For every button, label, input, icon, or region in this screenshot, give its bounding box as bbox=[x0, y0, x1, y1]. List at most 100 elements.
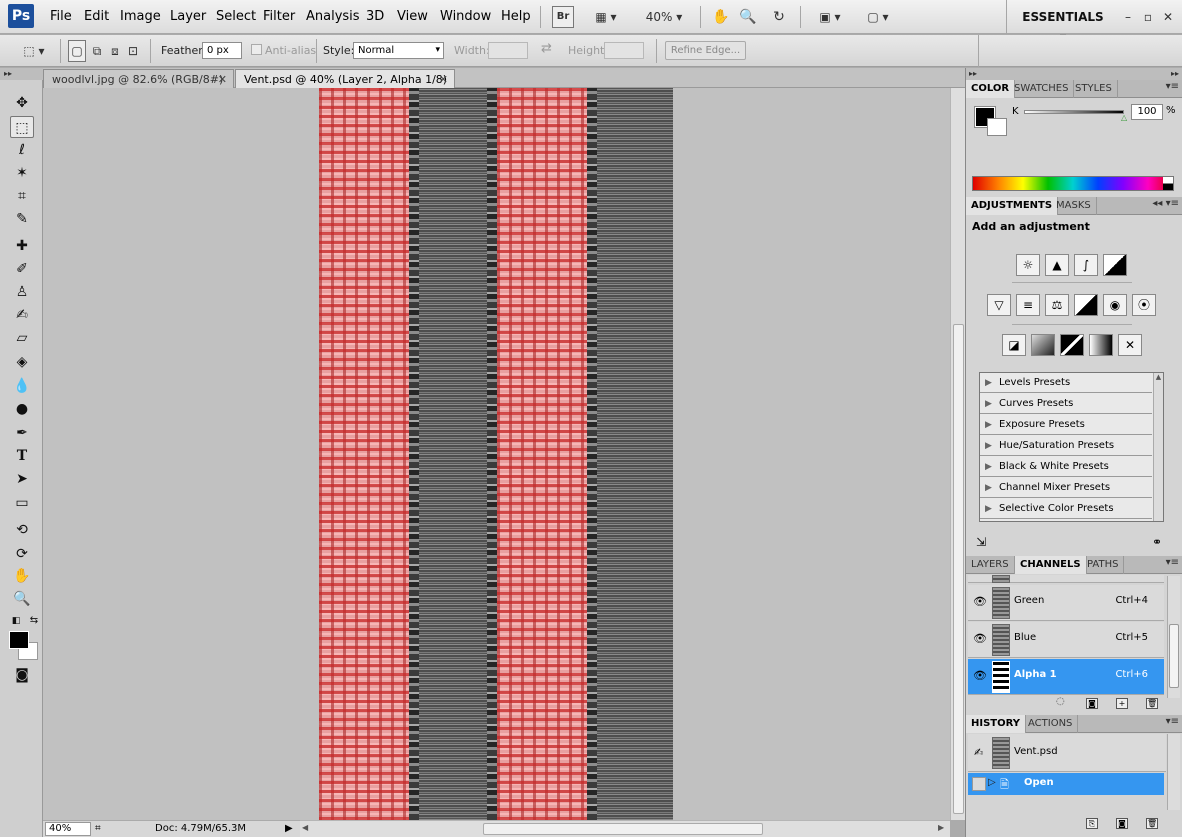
menu-view[interactable]: View bbox=[397, 9, 428, 24]
scroll-right-icon[interactable]: ▶ bbox=[938, 823, 944, 832]
tab-paths[interactable]: PATHS bbox=[1082, 556, 1125, 574]
preset-curves[interactable]: ▶ Curves Presets bbox=[980, 394, 1152, 414]
status-arrow-icon[interactable]: ▶ bbox=[285, 823, 293, 834]
3d-rotate-tool-icon[interactable]: ⟲ bbox=[10, 519, 34, 541]
panel-menu-icon[interactable]: ▾≡ bbox=[1166, 716, 1179, 727]
menu-layer[interactable]: Layer bbox=[170, 9, 206, 24]
menu-window[interactable]: Window bbox=[440, 9, 491, 24]
tab-styles[interactable]: STYLES bbox=[1070, 80, 1118, 98]
screen-mode-button[interactable]: ▢ ▾ bbox=[858, 6, 898, 28]
eye-icon[interactable]: 👁 bbox=[972, 669, 988, 683]
trash-icon[interactable]: 🗑 bbox=[1146, 698, 1158, 709]
channel-mixer-icon[interactable]: ⦿ bbox=[1132, 294, 1156, 316]
channels-scrollbar[interactable] bbox=[1167, 576, 1180, 698]
save-selection-icon[interactable]: ◙ bbox=[1086, 698, 1098, 709]
curves-icon[interactable]: ∫ bbox=[1074, 254, 1098, 276]
foreground-color-swatch[interactable] bbox=[9, 631, 29, 649]
black-white-icon[interactable] bbox=[1074, 294, 1098, 316]
blur-tool-icon[interactable]: 💧 bbox=[10, 375, 34, 397]
zoom-level-dropdown[interactable]: 40% ▾ bbox=[636, 6, 692, 28]
eyedropper-tool-icon[interactable]: ✎ bbox=[10, 208, 34, 230]
menu-edit[interactable]: Edit bbox=[84, 9, 109, 24]
k-value-input[interactable]: 100 bbox=[1131, 104, 1163, 120]
rotate-view-icon[interactable]: ↻ bbox=[767, 6, 791, 28]
presets-scrollbar[interactable]: ▲ bbox=[1153, 373, 1163, 521]
tab-layers[interactable]: LAYERS bbox=[966, 556, 1015, 574]
feather-input[interactable]: 0 px bbox=[202, 42, 242, 59]
menu-image[interactable]: Image bbox=[120, 9, 161, 24]
vertical-scrollbar[interactable] bbox=[950, 88, 965, 820]
invert-icon[interactable]: ◪ bbox=[1002, 334, 1026, 356]
preset-channel-mixer[interactable]: ▶ Channel Mixer Presets bbox=[980, 478, 1152, 498]
history-brush-tool-icon[interactable]: ✍ bbox=[10, 304, 34, 326]
return-to-list-icon[interactable]: ⇲ bbox=[976, 535, 986, 549]
tab-masks[interactable]: MASKS bbox=[1051, 197, 1097, 215]
paint-bucket-tool-icon[interactable]: ◈ bbox=[10, 351, 34, 373]
workspace-switcher[interactable]: ESSENTIALS ▾ bbox=[1018, 6, 1108, 44]
close-button[interactable]: ✕ bbox=[1160, 6, 1176, 28]
tab-channels[interactable]: CHANNELS bbox=[1015, 556, 1087, 574]
hand-tool-icon[interactable]: ✋ bbox=[10, 565, 34, 587]
swap-dimensions-icon[interactable]: ⇄ bbox=[541, 41, 552, 56]
tab-actions[interactable]: ACTIONS bbox=[1023, 715, 1079, 733]
subtract-from-selection-icon[interactable]: ⧈ bbox=[106, 40, 124, 62]
k-slider-thumb[interactable]: △ bbox=[1121, 114, 1129, 122]
black-white-ramp[interactable] bbox=[1163, 177, 1173, 190]
crop-tool-icon[interactable]: ⌗ bbox=[10, 185, 34, 207]
color-spectrum-bar[interactable] bbox=[972, 176, 1174, 191]
minimize-button[interactable]: – bbox=[1120, 6, 1136, 28]
menu-help[interactable]: Help bbox=[501, 9, 531, 24]
anti-alias-checkbox[interactable] bbox=[251, 44, 262, 55]
add-to-selection-icon[interactable]: ⧉ bbox=[88, 40, 106, 62]
tab-adjustments[interactable]: ADJUSTMENTS bbox=[966, 197, 1059, 215]
eye-icon[interactable]: 👁 bbox=[972, 595, 988, 609]
posterize-icon[interactable] bbox=[1031, 334, 1055, 356]
menu-select[interactable]: Select bbox=[216, 9, 256, 24]
collapse-dock-icon[interactable]: ▸▸ ▸▸ bbox=[966, 68, 1182, 80]
width-input[interactable] bbox=[488, 42, 528, 59]
panel-menu-icon[interactable]: ▾≡ bbox=[1166, 81, 1179, 92]
zoom-tool-icon[interactable]: 🔍 bbox=[10, 588, 34, 610]
preset-levels[interactable]: ▶ Levels Presets bbox=[980, 373, 1152, 393]
menu-file[interactable]: File bbox=[50, 9, 72, 24]
height-input[interactable] bbox=[604, 42, 644, 59]
close-icon[interactable]: ✕ bbox=[218, 70, 227, 89]
preset-selective-color[interactable]: ▶ Selective Color Presets bbox=[980, 499, 1152, 519]
eraser-tool-icon[interactable]: ▱ bbox=[10, 327, 34, 349]
selective-color-icon[interactable]: ✕ bbox=[1118, 334, 1142, 356]
shape-tool-icon[interactable]: ▭ bbox=[10, 492, 34, 514]
levels-icon[interactable]: ▲ bbox=[1045, 254, 1069, 276]
tab-woodlvl[interactable]: woodlvl.jpg @ 82.6% (RGB/8#) ✕ bbox=[43, 69, 234, 88]
move-tool-icon[interactable]: ✥ bbox=[10, 92, 34, 114]
panel-menu-icon[interactable]: ◂◂ ▾≡ bbox=[1152, 198, 1179, 209]
pen-tool-icon[interactable]: ✒ bbox=[10, 422, 34, 444]
dodge-tool-icon[interactable]: ● bbox=[10, 398, 34, 420]
scroll-left-icon[interactable]: ◀ bbox=[302, 823, 308, 832]
zoom-tool-icon[interactable]: 🔍 bbox=[737, 6, 759, 28]
scroll-thumb[interactable] bbox=[483, 823, 763, 835]
scroll-thumb[interactable] bbox=[1169, 624, 1179, 688]
tab-vent[interactable]: Vent.psd @ 40% (Layer 2, Alpha 1/8) ✕ bbox=[235, 69, 455, 88]
style-select[interactable]: Normal ▾ bbox=[353, 42, 444, 59]
new-selection-icon[interactable]: ▢ bbox=[68, 40, 86, 62]
preset-black-white[interactable]: ▶ Black & White Presets bbox=[980, 457, 1152, 477]
hue-saturation-icon[interactable]: ≡ bbox=[1016, 294, 1040, 316]
tab-color[interactable]: COLOR bbox=[966, 80, 1016, 98]
history-snapshot-row[interactable]: ✍ Vent.psd bbox=[968, 734, 1166, 772]
panel-menu-icon[interactable]: ▾≡ bbox=[1166, 557, 1179, 568]
hand-tool-icon[interactable]: ✋ bbox=[710, 6, 732, 28]
trash-icon[interactable]: 🗑 bbox=[1146, 818, 1158, 829]
arrange-documents-button[interactable]: ▣ ▾ bbox=[812, 6, 848, 28]
zoom-input[interactable]: 40% bbox=[45, 822, 91, 836]
preset-hue-saturation[interactable]: ▶ Hue/Saturation Presets bbox=[980, 436, 1152, 456]
tool-preset-picker[interactable]: ⬚ ▾ bbox=[16, 40, 52, 62]
status-menu-icon[interactable]: ⌗ bbox=[95, 823, 101, 834]
type-tool-icon[interactable]: T bbox=[10, 445, 34, 467]
photo-filter-icon[interactable]: ◉ bbox=[1103, 294, 1127, 316]
load-channel-selection-icon[interactable]: ◌ bbox=[1056, 696, 1065, 707]
new-snapshot-icon[interactable]: ◙ bbox=[1116, 818, 1128, 829]
gradient-map-icon[interactable] bbox=[1089, 334, 1113, 356]
color-balance-icon[interactable]: ⚖ bbox=[1045, 294, 1069, 316]
canvas-area[interactable] bbox=[43, 88, 950, 820]
new-document-from-state-icon[interactable]: ⎘ bbox=[1086, 818, 1098, 829]
